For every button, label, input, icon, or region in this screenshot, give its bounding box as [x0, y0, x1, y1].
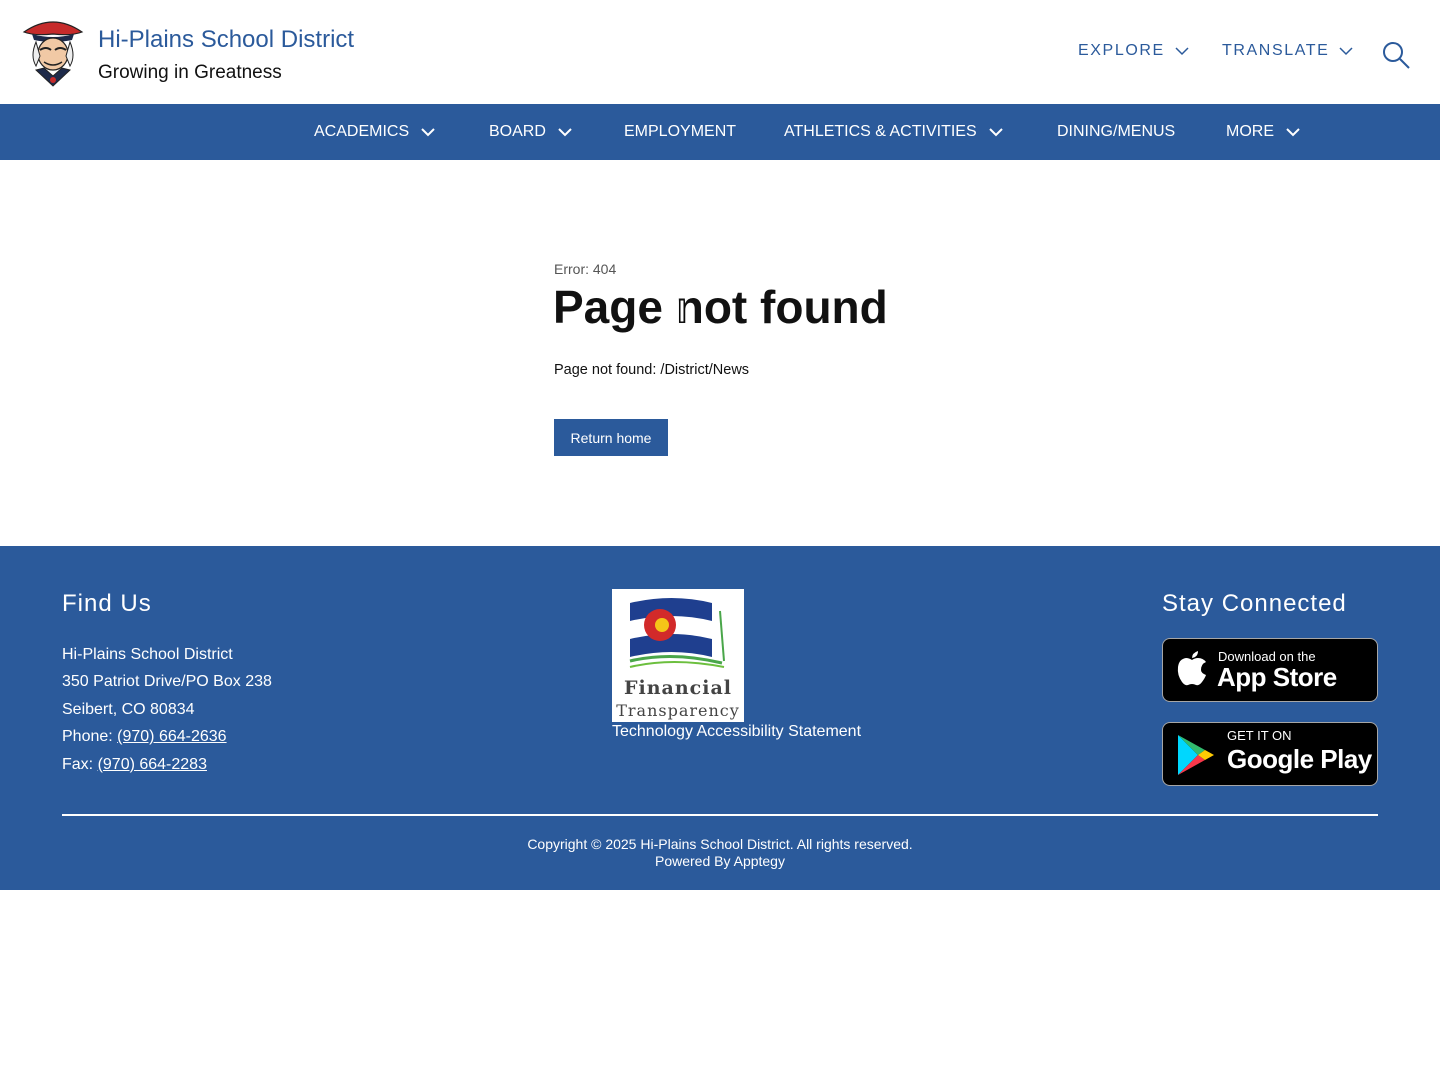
error-detail: Page not found: /District/News — [554, 362, 750, 378]
chevron-down-icon — [421, 127, 435, 136]
site-title[interactable]: Hi-Plains School District — [98, 26, 354, 54]
fax-link[interactable]: (970) 664-2283 — [98, 756, 207, 773]
translate-label: TRANSLATE — [1222, 42, 1330, 59]
nav-item-athletics[interactable]: ATHLETICS & ACTIVITIES — [784, 104, 1003, 160]
powered-by-link[interactable]: Powered By Apptegy — [0, 853, 1440, 869]
fax-line: Fax: (970) 664-2283 — [62, 751, 272, 778]
nav-item-dining[interactable]: DINING/MENUS — [1057, 104, 1175, 160]
nav-label: DINING/MENUS — [1057, 123, 1176, 140]
nav-item-more[interactable]: MORE — [1226, 104, 1300, 160]
page-title: Page not found — [553, 281, 888, 333]
fax-label: Fax: — [62, 755, 98, 773]
phone-link[interactable]: (970) 664-2636 — [117, 728, 226, 745]
app-store-badge[interactable]: Download on the App Store — [1162, 638, 1378, 702]
phone-label: Phone: — [62, 728, 118, 746]
address-city: Seibert, CO 80834 — [62, 700, 195, 718]
address-name: Hi-Plains School District — [62, 646, 233, 663]
nav-label: BOARD — [489, 123, 546, 140]
stay-connected-heading: Stay Connected — [1162, 590, 1347, 617]
nav-item-academics[interactable]: ACADEMICS — [314, 104, 435, 160]
nav-item-board[interactable]: BOARD — [489, 104, 572, 160]
nav-label: EMPLOYMENT — [624, 123, 737, 140]
copyright-text: Copyright © 2025 Hi-Plains School Distri… — [527, 836, 913, 852]
phone-line: Phone: (970) 664-2636 — [62, 723, 272, 750]
chevron-down-icon — [988, 127, 1003, 136]
footer-divider — [62, 814, 1378, 816]
address-street: 350 Patriot Drive/PO Box 238 — [62, 673, 272, 691]
apple-icon — [1177, 651, 1206, 686]
google-play-icon — [1178, 735, 1214, 775]
address-block: Hi-Plains School District 350 Patriot Dr… — [62, 641, 272, 778]
google-big-text: Google Play — [1227, 744, 1372, 774]
error-code: Error: 404 — [554, 261, 617, 277]
nav-label: MORE — [1226, 123, 1274, 140]
text-cursor-icon — [679, 300, 685, 322]
chevron-down-icon — [1286, 127, 1300, 136]
chevron-down-icon — [1175, 46, 1189, 55]
colorado-flag-icon — [629, 598, 725, 668]
nav-label: ATHLETICS & ACTIVITIES — [784, 123, 977, 140]
search-icon[interactable] — [1381, 40, 1411, 70]
explore-menu[interactable]: EXPLORE — [1078, 42, 1189, 60]
site-footer: Find Us Hi-Plains School District 350 Pa… — [0, 546, 1440, 890]
financial-transparency-logo[interactable]: Financial Transparency — [612, 589, 744, 722]
return-home-button[interactable]: Return home — [554, 419, 668, 456]
google-play-badge[interactable]: GET IT ON Google Play — [1162, 722, 1378, 786]
app-store-big-text: App Store — [1217, 662, 1337, 692]
ft-logo-line2: Transparency — [616, 701, 740, 720]
nav-label: ACADEMICS — [314, 123, 410, 140]
ft-logo-line1: Financial — [624, 677, 732, 699]
patriot-mascot-logo[interactable] — [22, 16, 84, 88]
main-nav: ACADEMICS BOARD EMPLOYMENT ATHLETICS & A… — [0, 104, 1440, 160]
site-header: Hi-Plains School District Growing in Gre… — [0, 0, 1440, 104]
google-small-text: GET IT ON — [1227, 728, 1292, 743]
chevron-down-icon — [1339, 46, 1353, 55]
translate-menu[interactable]: TRANSLATE — [1222, 42, 1353, 60]
accessibility-statement-link[interactable]: Technology Accessibility Statement — [612, 723, 861, 741]
nav-item-employment[interactable]: EMPLOYMENT — [624, 104, 736, 160]
site-tagline: Growing in Greatness — [98, 62, 282, 83]
find-us-heading: Find Us — [62, 590, 152, 617]
explore-label: EXPLORE — [1078, 42, 1165, 59]
chevron-down-icon — [558, 127, 572, 136]
